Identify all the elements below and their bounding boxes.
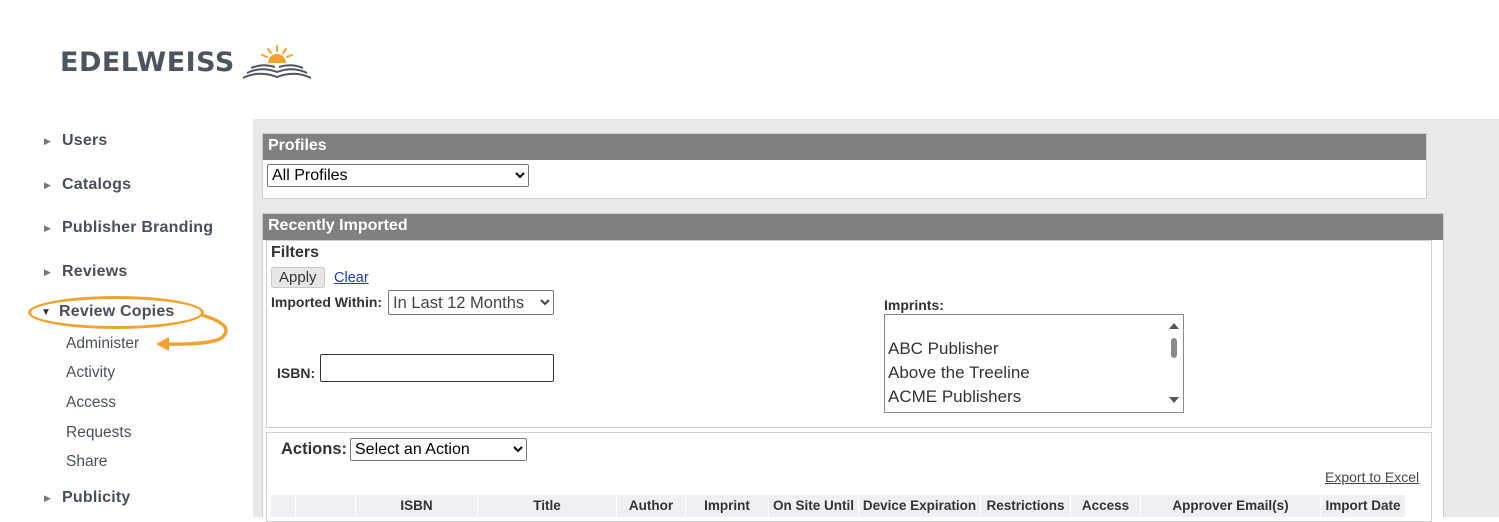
clear-link[interactable]: Clear <box>334 270 369 286</box>
column-header-import-date[interactable]: Import Date <box>1321 495 1406 517</box>
sidebar-item-publisher-branding[interactable]: ▶ Publisher Branding <box>44 219 213 237</box>
edelweiss-logo[interactable]: EDELWEISS <box>60 44 313 80</box>
profiles-header: Profiles <box>263 134 1426 160</box>
sidebar-item-label: Publicity <box>62 489 131 506</box>
sidebar-item-reviews[interactable]: ▶ Reviews <box>44 263 127 281</box>
caret-right-icon: ▶ <box>44 492 51 503</box>
isbn-label: ISBN: <box>277 365 316 381</box>
actions-label: Actions: <box>281 440 347 458</box>
callout-arrow-icon <box>156 313 228 351</box>
filters-box: Filters Apply Clear Imported Within: In … <box>266 240 1432 428</box>
caret-right-icon: ▶ <box>44 179 51 190</box>
scrollbar-arrows-icon <box>1169 323 1179 403</box>
column-header-access[interactable]: Access <box>1071 495 1141 517</box>
sidebar-subitem-share[interactable]: Share <box>66 453 107 471</box>
column-header-approver-emails[interactable]: Approver Email(s) <box>1141 495 1321 517</box>
column-header-imprint[interactable]: Imprint <box>686 495 769 517</box>
imported-within-select[interactable]: In Last 12 Months <box>388 290 554 315</box>
recently-imported-header: Recently Imported <box>263 214 1443 240</box>
sidebar-item-label: Publisher Branding <box>62 219 214 236</box>
caret-down-icon: ▼ <box>41 306 51 318</box>
caret-right-icon: ▶ <box>44 266 51 277</box>
column-header-restrictions[interactable]: Restrictions <box>981 495 1071 517</box>
imprints-scrollbar[interactable] <box>1165 315 1183 412</box>
sidebar-subitem-requests[interactable]: Requests <box>66 424 131 442</box>
column-header-device-expiration[interactable]: Device Expiration <box>859 495 981 517</box>
sidebar-item-catalogs[interactable]: ▶ Catalogs <box>44 176 131 194</box>
sidebar-subitem-access[interactable]: Access <box>66 394 116 412</box>
imported-within-label: Imported Within: <box>271 294 383 310</box>
profiles-select[interactable]: All Profiles <box>267 164 529 187</box>
caret-right-icon: ▶ <box>44 135 51 146</box>
column-header-select <box>271 495 296 517</box>
column-header-title[interactable]: Title <box>478 495 617 517</box>
sidebar-item-label: Users <box>62 132 108 149</box>
imprints-listbox[interactable]: ABC Publisher Above the Treeline ACME Pu… <box>884 314 1184 413</box>
apply-button[interactable]: Apply <box>271 267 325 288</box>
filters-title: Filters <box>271 244 320 261</box>
isbn-input[interactable] <box>320 354 554 382</box>
sidebar-item-users[interactable]: ▶ Users <box>44 132 107 150</box>
column-header-author[interactable]: Author <box>617 495 686 517</box>
sidebar-item-label: Reviews <box>62 263 128 280</box>
results-box: Actions: Select an Action Export to Exce… <box>266 432 1432 522</box>
sidebar-item-label: Catalogs <box>62 176 132 193</box>
column-header-isbn[interactable]: ISBN <box>356 495 478 517</box>
actions-select[interactable]: Select an Action <box>350 438 527 461</box>
sidebar-subitem-administer[interactable]: Administer <box>66 335 139 353</box>
logo-text: EDELWEISS <box>60 46 235 78</box>
export-to-excel-link[interactable]: Export to Excel <box>1325 469 1419 485</box>
imprint-option[interactable]: Above the Treeline <box>888 363 1030 383</box>
profiles-panel: Profiles All Profiles <box>262 133 1427 199</box>
open-book-sun-icon <box>242 45 312 79</box>
sidebar-item-publicity[interactable]: ▶ Publicity <box>44 489 130 507</box>
column-header-on-site-until[interactable]: On Site Until <box>769 495 859 517</box>
imprints-label: Imprints: <box>884 297 944 313</box>
column-header-cover <box>296 495 356 517</box>
imprint-option[interactable]: ACME Publishers <box>888 387 1021 407</box>
sidebar-subitem-activity[interactable]: Activity <box>66 364 115 382</box>
caret-right-icon: ▶ <box>44 222 51 233</box>
imprint-option[interactable]: ABC Publisher <box>888 339 999 359</box>
results-table-header: ISBN Title Author Imprint On Site Until … <box>271 495 1406 517</box>
